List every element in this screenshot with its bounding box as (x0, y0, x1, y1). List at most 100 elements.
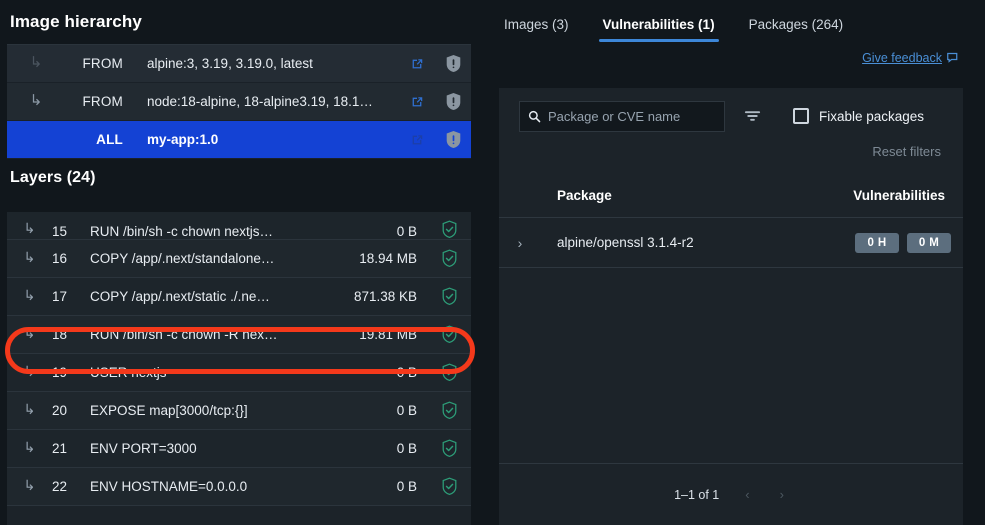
layer-number: 17 (52, 289, 68, 304)
layer-command: EXPOSE map[3000/tcp:{}] (90, 403, 248, 418)
external-link-icon[interactable] (399, 95, 435, 109)
layer-row[interactable]: ↳ 21 ENV PORT=3000 0 B (7, 430, 471, 468)
hierarchy-row-selected[interactable]: ALL my-app:1.0 (7, 121, 471, 159)
layers-list[interactable]: ↳ 15 RUN /bin/sh -c chown nextjs… 0 B ↳ … (7, 212, 471, 525)
hierarchy-keyword: FROM (82, 94, 123, 109)
layer-number: 16 (52, 251, 68, 266)
hierarchy-row[interactable]: ↳ FROM node:18-alpine, 18-alpine3.19, 18… (7, 83, 471, 121)
layer-number: 19 (52, 365, 68, 380)
layer-size: 19.81 MB (359, 327, 417, 342)
layer-number: 18 (52, 327, 68, 342)
layer-command: COPY /app/.next/standalone… (90, 251, 275, 266)
pagination-range: 1–1 of 1 (674, 487, 720, 502)
fixable-packages-checkbox[interactable]: Fixable packages (793, 108, 924, 124)
shield-check-icon (427, 401, 471, 420)
corner-arrow-icon: ↳ (23, 401, 36, 417)
layer-size: 0 B (396, 479, 417, 494)
shield-check-icon (427, 249, 471, 268)
hierarchy-image-name: my-app:1.0 (147, 132, 219, 147)
pagination-next-button[interactable]: › (776, 487, 788, 502)
search-placeholder: Package or CVE name (548, 108, 681, 124)
layer-size: 0 B (396, 403, 417, 418)
badge-medium: 0 M (907, 232, 951, 253)
layer-row[interactable]: ↳ 15 RUN /bin/sh -c chown nextjs… 0 B (7, 212, 471, 240)
details-pane: Images (3) Vulnerabilities (1) Packages … (478, 0, 985, 525)
corner-arrow-icon: ↳ (23, 325, 36, 341)
package-name: alpine/openssl 3.1.4-r2 (557, 235, 694, 250)
layer-command: ENV PORT=3000 (90, 441, 197, 456)
column-header-package: Package (557, 188, 612, 203)
shield-check-icon (427, 220, 471, 239)
layer-row[interactable]: ↳ 20 EXPOSE map[3000/tcp:{}] 0 B (7, 392, 471, 430)
layer-number: 15 (52, 224, 68, 239)
feedback-row: Give feedback (478, 42, 985, 65)
app-root: Image hierarchy ↳ FROM alpine:3, 3.19, 3… (0, 0, 985, 525)
table-row[interactable]: › alpine/openssl 3.1.4-r2 0 H 0 M (499, 218, 963, 268)
shield-check-icon (427, 477, 471, 496)
checkbox-box[interactable] (793, 108, 809, 124)
layer-number: 21 (52, 441, 68, 456)
give-feedback-label: Give feedback (862, 51, 942, 65)
column-header-vulnerabilities: Vulnerabilities (853, 188, 945, 203)
corner-arrow-icon: ↳ (29, 92, 43, 109)
give-feedback-link[interactable]: Give feedback (862, 51, 959, 65)
layer-command: RUN /bin/sh -c chown -R nex… (90, 327, 278, 342)
corner-arrow-icon: ↳ (23, 249, 36, 265)
page-title: Image hierarchy (10, 12, 142, 31)
layer-row[interactable]: ↳ 19 USER nextjs 0 B (7, 354, 471, 392)
filter-funnel-icon[interactable] (739, 109, 765, 123)
corner-arrow-icon: ↳ (23, 363, 36, 379)
filter-bar: Package or CVE name Fixable packages (499, 88, 963, 144)
shield-check-icon (427, 363, 471, 382)
tab-bar: Images (3) Vulnerabilities (1) Packages … (478, 0, 985, 42)
feedback-message-icon (947, 52, 959, 64)
layer-row-highlighted[interactable]: ↳ 18 RUN /bin/sh -c chown -R nex… 19.81 … (7, 316, 471, 354)
layers-title: Layers (24) (10, 169, 96, 186)
layer-size: 18.94 MB (359, 251, 417, 266)
hierarchy-keyword: FROM (82, 56, 123, 71)
pagination-bar: 1–1 of 1 ‹ › (499, 463, 963, 525)
shield-warning-icon (435, 54, 471, 73)
search-icon (528, 110, 541, 123)
shield-check-icon (427, 325, 471, 344)
corner-arrow-icon: ↳ (23, 439, 36, 455)
layer-command: USER nextjs (90, 365, 167, 380)
corner-arrow-icon: ↳ (23, 287, 36, 303)
layer-size: 871.38 KB (353, 289, 417, 304)
layer-row[interactable]: ↳ 17 COPY /app/.next/static ./.ne… 871.3… (7, 278, 471, 316)
vulnerability-badges: 0 H 0 M (855, 232, 951, 253)
hierarchy-image-name: alpine:3, 3.19, 3.19.0, latest (147, 56, 313, 71)
layer-row[interactable]: ↳ 16 COPY /app/.next/standalone… 18.94 M… (7, 240, 471, 278)
hierarchy-image-name: node:18-alpine, 18-alpine3.19, 18.1… (147, 94, 373, 109)
corner-arrow-icon: ↳ (29, 54, 43, 71)
hierarchy-keyword: ALL (96, 132, 123, 147)
shield-check-icon (427, 287, 471, 306)
pagination-prev-button[interactable]: ‹ (741, 487, 753, 502)
tab-vulnerabilities[interactable]: Vulnerabilities (1) (598, 17, 719, 42)
tab-packages[interactable]: Packages (264) (745, 17, 848, 42)
tab-images[interactable]: Images (3) (500, 17, 573, 42)
hierarchy-row[interactable]: ↳ FROM alpine:3, 3.19, 3.19.0, latest (7, 45, 471, 83)
table-header: Package Vulnerabilities (499, 174, 963, 218)
layer-size: 0 B (396, 224, 417, 239)
shield-warning-icon (435, 130, 471, 149)
external-link-icon[interactable] (399, 133, 435, 147)
hierarchy-arrow-spacer (7, 139, 65, 141)
layer-number: 22 (52, 479, 68, 494)
layer-number: 20 (52, 403, 68, 418)
external-link-icon[interactable] (399, 57, 435, 71)
layer-size: 0 B (396, 441, 417, 456)
vulnerabilities-card: Package or CVE name Fixable packages Res… (499, 88, 963, 525)
reset-filters-row: Reset filters (499, 144, 963, 174)
shield-check-icon (427, 439, 471, 458)
chevron-right-icon[interactable]: › (499, 235, 541, 251)
image-hierarchy-list: ↳ FROM alpine:3, 3.19, 3.19.0, latest ↳ … (7, 44, 471, 159)
search-input[interactable]: Package or CVE name (519, 100, 725, 132)
layer-size: 0 B (396, 365, 417, 380)
badge-high: 0 H (855, 232, 899, 253)
reset-filters-button[interactable]: Reset filters (872, 144, 941, 174)
fixable-packages-label: Fixable packages (819, 108, 925, 124)
layer-command: COPY /app/.next/static ./.ne… (90, 289, 270, 304)
layer-row[interactable]: ↳ 22 ENV HOSTNAME=0.0.0.0 0 B (7, 468, 471, 506)
shield-warning-icon (435, 92, 471, 111)
